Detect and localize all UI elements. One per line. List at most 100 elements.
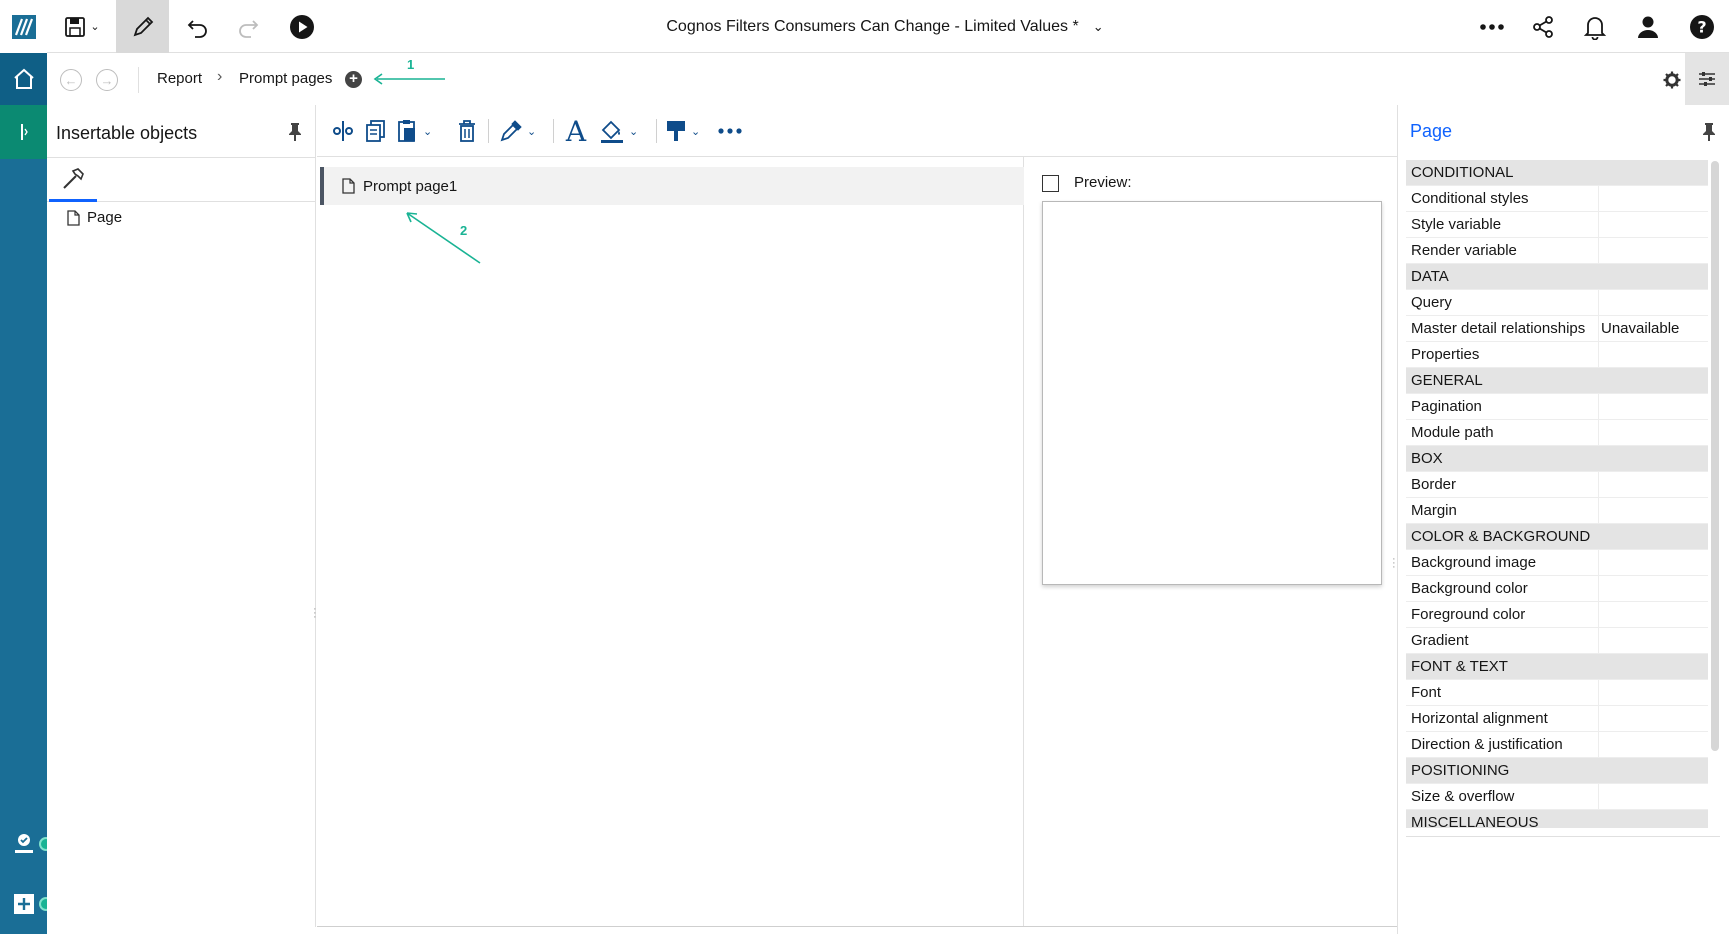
add-prompt-page-button[interactable]: +	[345, 71, 362, 88]
property-row[interactable]: Size & overflow	[1406, 783, 1708, 810]
property-row[interactable]: Style variable	[1406, 211, 1708, 238]
property-row[interactable]: Query	[1406, 289, 1708, 316]
tab-toolbox[interactable]	[49, 158, 97, 202]
new-button[interactable]	[0, 883, 53, 925]
resize-handle[interactable]: · · ·	[1392, 554, 1396, 573]
property-row[interactable]: Pagination	[1406, 393, 1708, 420]
property-row[interactable]: Render variable	[1406, 237, 1708, 264]
property-row[interactable]: Margin	[1406, 497, 1708, 524]
property-row[interactable]: Direction & justification	[1406, 731, 1708, 758]
chevron-down-icon[interactable]: ⌄	[527, 125, 536, 138]
settings-button[interactable]	[1659, 67, 1685, 93]
undo-button[interactable]	[178, 0, 218, 53]
breadcrumb: ← → Report › Prompt pages + 1	[47, 53, 1729, 105]
property-row[interactable]: Background color	[1406, 575, 1708, 602]
more-tools-button[interactable]	[717, 117, 743, 145]
breadcrumb-prompt-pages[interactable]: Prompt pages	[239, 70, 332, 87]
preview-checkbox[interactable]	[1042, 175, 1059, 192]
property-value[interactable]	[1598, 289, 1708, 316]
edit-mode-button[interactable]	[116, 0, 169, 53]
property-value[interactable]: Unavailable	[1598, 315, 1708, 342]
property-value[interactable]	[1598, 393, 1708, 420]
save-button[interactable]: ⌄	[56, 0, 108, 53]
property-section-header[interactable]: MISCELLANEOUS	[1406, 810, 1708, 828]
property-value[interactable]	[1598, 549, 1708, 576]
page-icon	[342, 178, 355, 194]
app-logo[interactable]	[0, 0, 47, 53]
property-value[interactable]	[1598, 627, 1708, 654]
cut-button[interactable]	[331, 117, 355, 145]
list-item[interactable]: Prompt page1	[320, 167, 1024, 205]
panel-toggle-button[interactable]	[0, 105, 47, 159]
list-item[interactable]: Page	[67, 209, 122, 226]
property-value[interactable]	[1598, 211, 1708, 238]
property-row[interactable]: Conditional styles	[1406, 185, 1708, 212]
property-value[interactable]	[1598, 341, 1708, 368]
resize-handle[interactable]: · · ·	[313, 604, 317, 623]
document-title[interactable]: Cognos Filters Consumers Can Change - Li…	[650, 0, 1120, 53]
property-row[interactable]: Border	[1406, 471, 1708, 498]
property-value[interactable]	[1598, 783, 1708, 810]
help-button[interactable]: ?	[1682, 0, 1722, 53]
forward-button[interactable]: →	[96, 69, 118, 91]
pin-button[interactable]	[287, 122, 303, 142]
back-button[interactable]: ←	[60, 69, 82, 91]
property-name: Module path	[1411, 424, 1494, 441]
property-row[interactable]: Master detail relationships Unavailable	[1406, 315, 1708, 342]
scrollbar[interactable]	[1711, 161, 1719, 751]
my-content-button[interactable]	[0, 823, 53, 865]
redo-button[interactable]	[228, 0, 268, 53]
pin-button[interactable]	[1701, 122, 1717, 142]
property-row[interactable]: Properties	[1406, 341, 1708, 368]
property-section-header[interactable]: CONDITIONAL	[1406, 160, 1708, 186]
chevron-down-icon[interactable]: ⌄	[691, 125, 700, 138]
property-section-header[interactable]: GENERAL	[1406, 368, 1708, 394]
paste-button[interactable]: ⌄	[397, 117, 432, 145]
run-button[interactable]	[282, 0, 322, 53]
property-value[interactable]	[1598, 705, 1708, 732]
background-color-button[interactable]: ⌄	[599, 117, 638, 145]
chevron-down-icon[interactable]: ⌄	[423, 125, 432, 138]
property-section-header[interactable]: FONT & TEXT	[1406, 654, 1708, 680]
notifications-button[interactable]	[1575, 0, 1615, 53]
property-value[interactable]	[1598, 731, 1708, 758]
property-value[interactable]	[1598, 419, 1708, 446]
property-section-header[interactable]: BOX	[1406, 446, 1708, 472]
breadcrumb-report[interactable]: Report	[157, 70, 202, 87]
property-row[interactable]: Background image	[1406, 549, 1708, 576]
divider	[1406, 836, 1720, 837]
select-ancestor-button[interactable]: ⌄	[665, 117, 700, 145]
chevron-down-icon[interactable]: ⌄	[1093, 19, 1104, 35]
delete-button[interactable]	[457, 117, 477, 145]
properties-panel-button[interactable]	[1685, 53, 1729, 105]
property-section-header[interactable]: POSITIONING	[1406, 758, 1708, 784]
pick-up-style-button[interactable]: ⌄	[499, 117, 536, 145]
property-row[interactable]: Gradient	[1406, 627, 1708, 654]
home-button[interactable]	[0, 53, 47, 105]
font-button[interactable]: A	[563, 117, 589, 145]
user-icon	[1638, 16, 1658, 38]
property-value[interactable]	[1598, 575, 1708, 602]
property-value[interactable]	[1598, 497, 1708, 524]
property-value[interactable]	[1598, 185, 1708, 212]
property-value[interactable]	[1598, 679, 1708, 706]
user-profile-button[interactable]	[1628, 0, 1668, 53]
insertable-tabs	[47, 157, 316, 202]
property-row[interactable]: Font	[1406, 679, 1708, 706]
property-row[interactable]: Module path	[1406, 419, 1708, 446]
chevron-down-icon[interactable]: ⌄	[629, 125, 638, 138]
property-value[interactable]	[1598, 237, 1708, 264]
property-value[interactable]	[1598, 601, 1708, 628]
user-checkmark-icon	[14, 834, 33, 853]
property-section-header[interactable]: COLOR & BACKGROUND	[1406, 524, 1708, 550]
property-row[interactable]: Foreground color	[1406, 601, 1708, 628]
chevron-down-icon[interactable]: ⌄	[90, 20, 99, 33]
property-section-header[interactable]: DATA	[1406, 264, 1708, 290]
annotation-arrow-icon	[406, 212, 481, 264]
copy-button[interactable]	[365, 117, 387, 145]
property-row[interactable]: Horizontal alignment	[1406, 705, 1708, 732]
share-button[interactable]	[1523, 0, 1563, 53]
play-icon	[290, 14, 314, 39]
more-actions-button[interactable]	[1472, 0, 1512, 53]
property-value[interactable]	[1598, 471, 1708, 498]
